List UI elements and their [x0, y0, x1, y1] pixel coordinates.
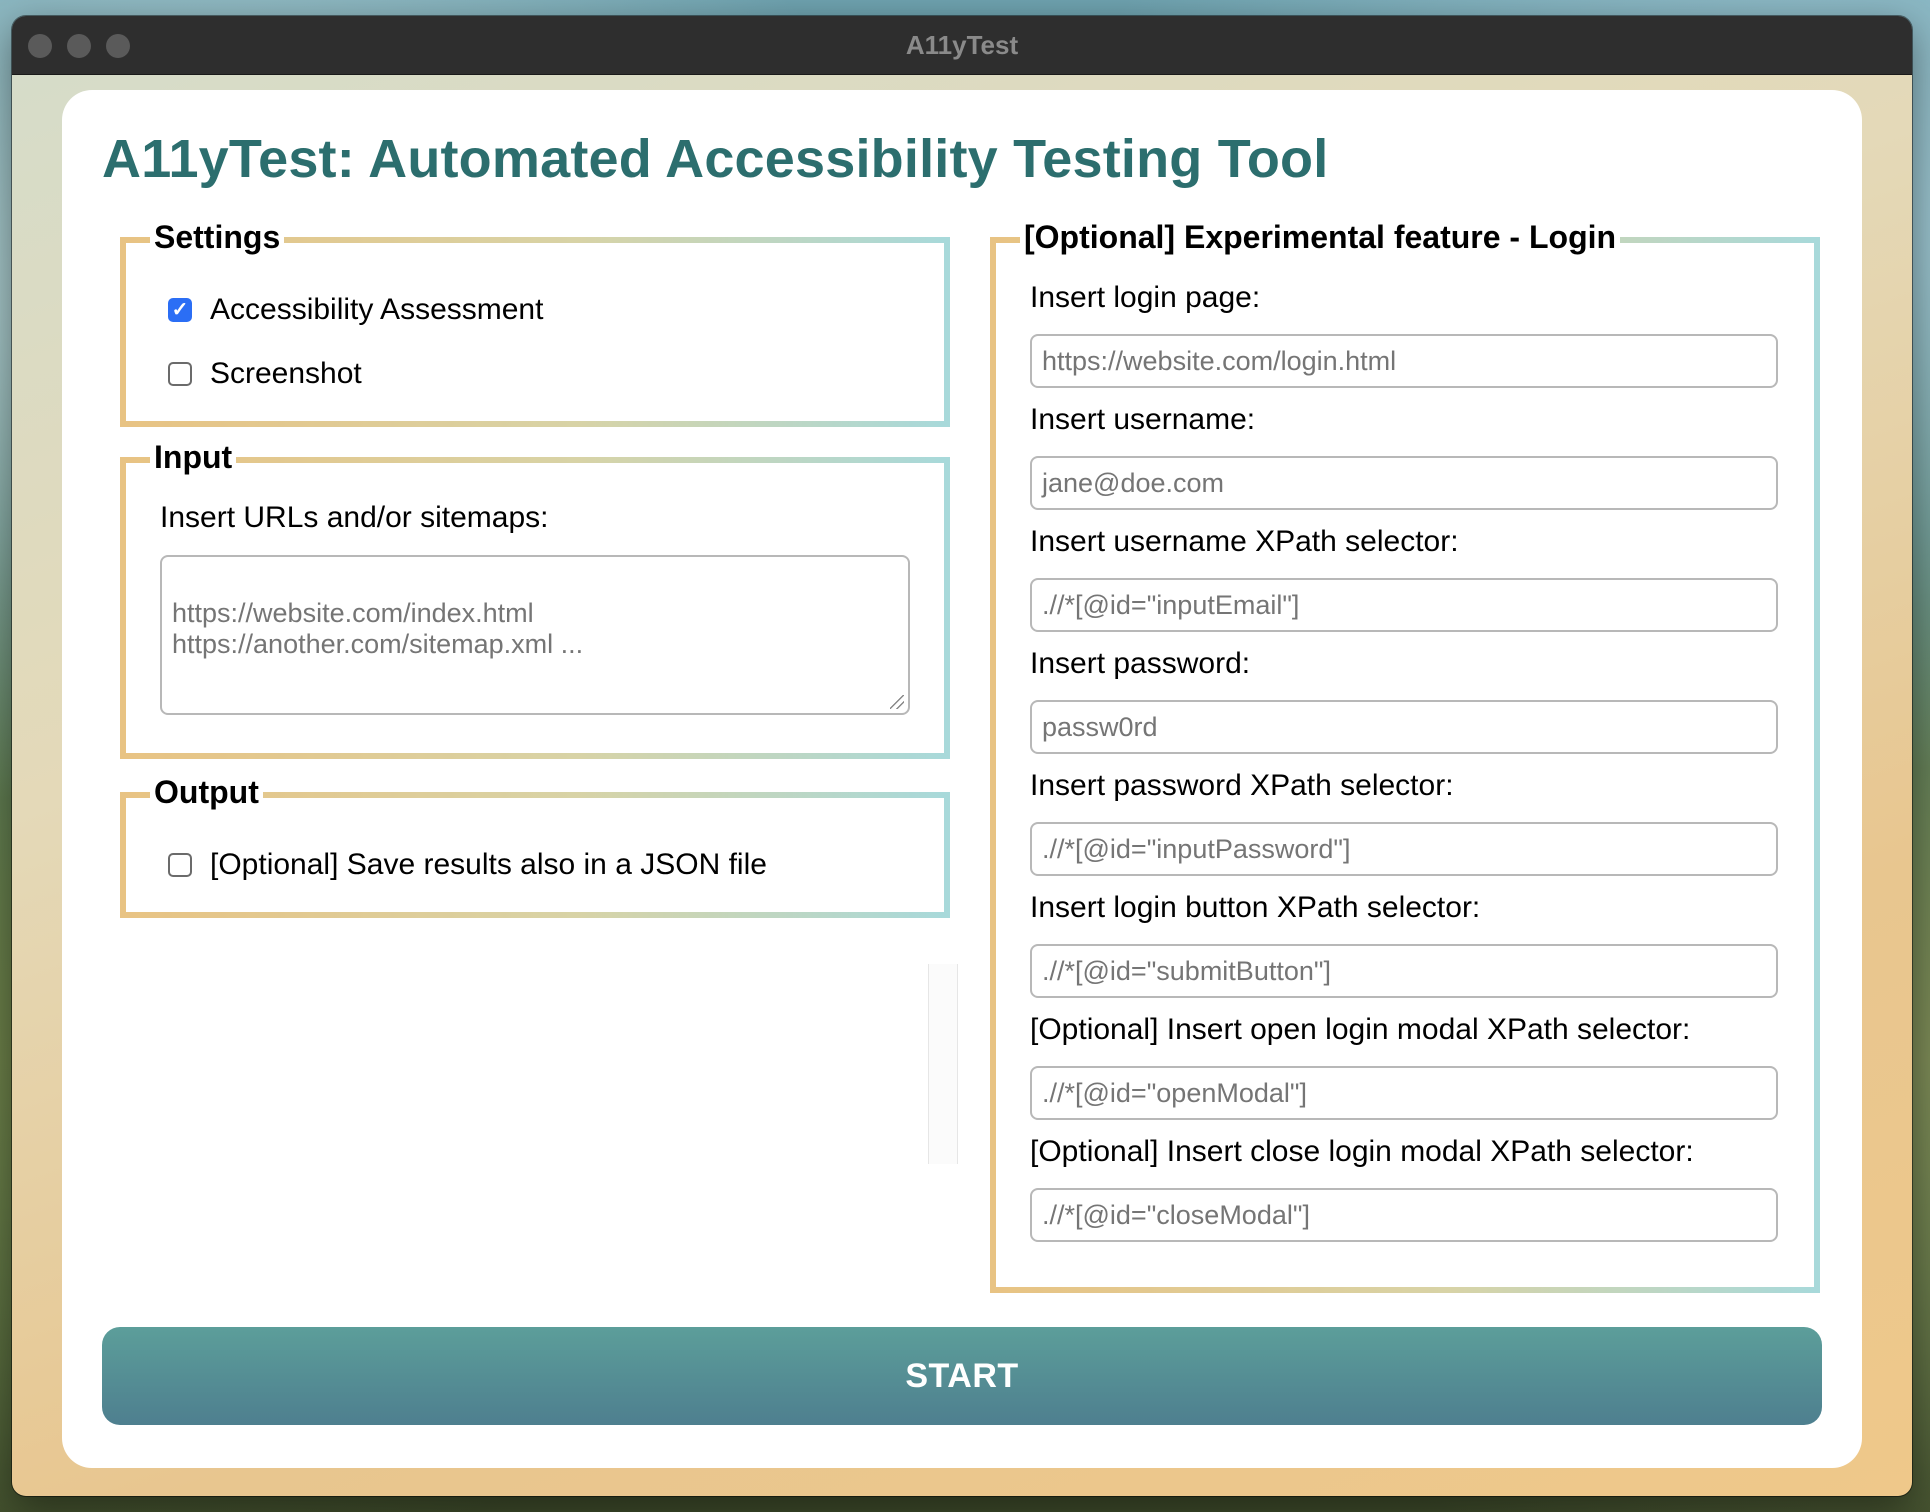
page-title: A11yTest: Automated Accessibility Testin… [102, 129, 1329, 189]
input-fieldset: Input Insert URLs and/or sitemaps: https… [120, 437, 950, 759]
username-xpath-label: Insert username XPath selector: [1030, 525, 1459, 558]
close-modal-xpath-label: [Optional] Insert close login modal XPat… [1030, 1135, 1694, 1168]
main-card: A11yTest: Automated Accessibility Testin… [62, 90, 1862, 1468]
start-button[interactable]: START [102, 1327, 1822, 1425]
username-xpath-input[interactable]: .//*[@id="inputEmail"] [1030, 578, 1778, 632]
settings-fieldset: Settings ✓ Accessibility Assessment Scre… [120, 217, 950, 427]
title-bar: A11yTest [12, 16, 1912, 75]
urls-label: Insert URLs and/or sitemaps: [160, 501, 549, 534]
window-title: A11yTest [905, 30, 1019, 60]
settings-legend: Settings [150, 217, 285, 257]
login-button-xpath-label: Insert login button XPath selector: [1030, 891, 1481, 924]
login-page-label: Insert login page: [1030, 281, 1261, 314]
password-xpath-label: Insert password XPath selector: [1030, 769, 1454, 802]
open-modal-xpath-input[interactable]: .//*[@id="openModal"] [1030, 1066, 1778, 1120]
login-fieldset: [Optional] Experimental feature - Login … [990, 217, 1820, 1293]
app-window: A11yTest A11yTest: Automated Accessibili… [12, 16, 1912, 1496]
accessibility-assessment-label: Accessibility Assessment [210, 293, 544, 326]
screenshot-option[interactable]: Screenshot [168, 357, 362, 391]
username-input[interactable]: jane@doe.com [1030, 456, 1778, 510]
checkmark-icon: ✓ [171, 299, 189, 321]
screenshot-checkbox[interactable] [168, 362, 192, 386]
output-legend: Output [150, 772, 263, 812]
accessibility-assessment-checkbox[interactable]: ✓ [168, 298, 192, 322]
username-label: Insert username: [1030, 403, 1256, 436]
window-body: A11yTest: Automated Accessibility Testin… [12, 75, 1912, 1496]
login-button-xpath-input[interactable]: .//*[@id="submitButton"] [1030, 944, 1778, 998]
save-json-checkbox[interactable] [168, 853, 192, 877]
close-modal-xpath-input[interactable]: .//*[@id="closeModal"] [1030, 1188, 1778, 1242]
save-json-label: [Optional] Save results also in a JSON f… [210, 848, 767, 881]
resize-grip-icon[interactable] [890, 695, 904, 709]
input-legend: Input [150, 437, 237, 477]
output-fieldset: Output [Optional] Save results also in a… [120, 772, 950, 918]
save-json-option[interactable]: [Optional] Save results also in a JSON f… [168, 848, 767, 882]
column-divider [928, 964, 958, 1164]
password-xpath-input[interactable]: .//*[@id="inputPassword"] [1030, 822, 1778, 876]
password-label: Insert password: [1030, 647, 1251, 680]
open-modal-xpath-label: [Optional] Insert open login modal XPath… [1030, 1013, 1691, 1046]
accessibility-assessment-option[interactable]: ✓ Accessibility Assessment [168, 293, 543, 327]
urls-textarea-placeholder: https://website.com/index.html https://a… [172, 598, 584, 659]
urls-textarea[interactable]: https://website.com/index.html https://a… [160, 555, 910, 715]
login-legend: [Optional] Experimental feature - Login [1020, 217, 1621, 257]
login-page-input[interactable]: https://website.com/login.html [1030, 334, 1778, 388]
screenshot-label: Screenshot [210, 357, 362, 390]
password-input[interactable]: passw0rd [1030, 700, 1778, 754]
